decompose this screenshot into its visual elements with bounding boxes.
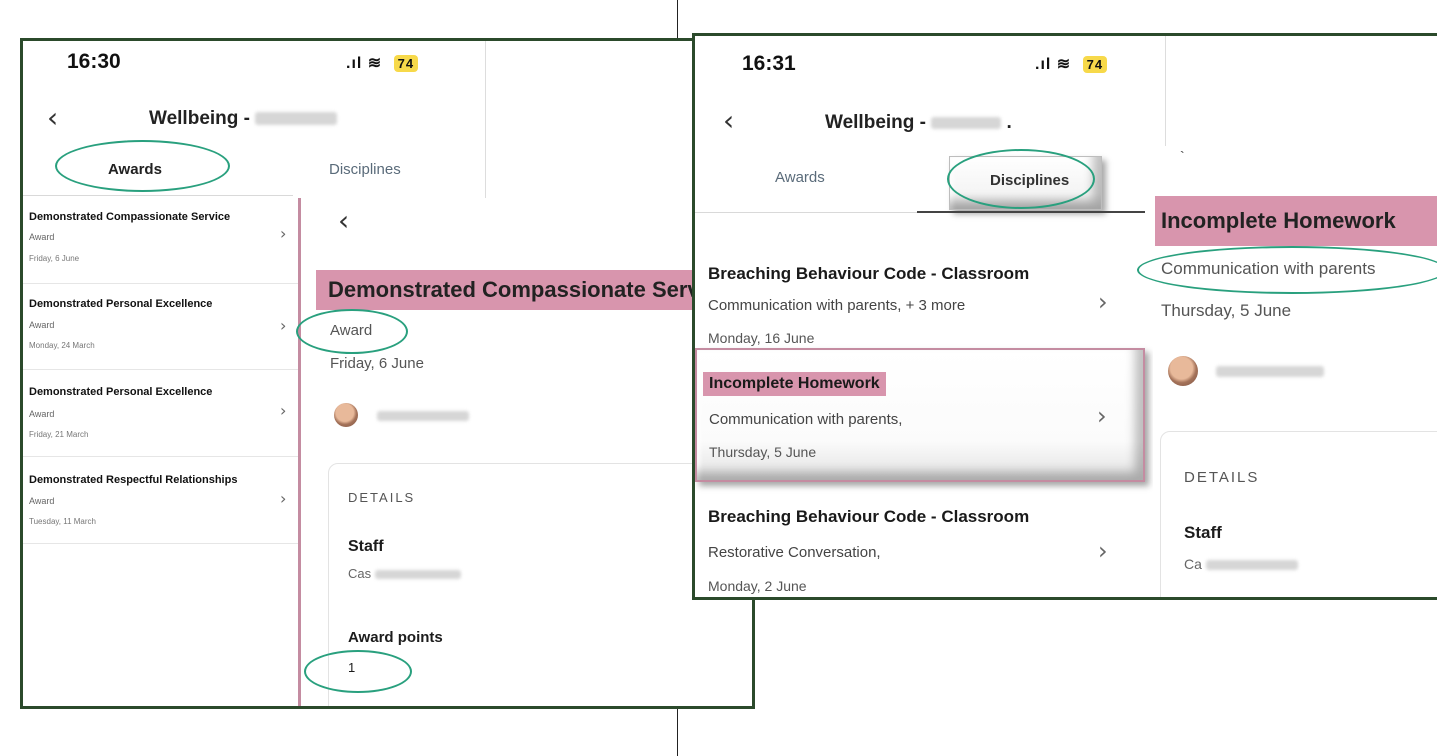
status-time: 16:30	[67, 50, 121, 73]
list-item-title-highlight: Incomplete Homework	[703, 372, 886, 396]
chevron-right-icon: ›	[280, 316, 287, 335]
page-title: Wellbeing - .	[825, 112, 1012, 134]
chevron-right-icon: ›	[1097, 402, 1107, 430]
list-item-date: Tuesday, 11 March	[29, 517, 96, 526]
details-heading: DETAILS	[1184, 469, 1260, 486]
detail-date: Friday, 6 June	[330, 355, 424, 372]
tab-awards[interactable]: Awards	[775, 169, 825, 186]
status-icons: .ıl ≋ 74	[1035, 54, 1108, 74]
right-screenshot-frame: 16:31 .ıl ≋ 74 ‹ Wellbeing - . Awards Di…	[692, 33, 1437, 600]
list-item[interactable]: Demonstrated Respectful Relationships Aw…	[23, 458, 298, 538]
list-item-sub: Communication with parents, + 3 more	[708, 297, 966, 314]
detail-title: Incomplete Homework	[1155, 196, 1437, 246]
list-item[interactable]: Demonstrated Personal Excellence Award F…	[23, 371, 298, 451]
tab-disciplines[interactable]: Disciplines	[329, 161, 401, 178]
staff-label: Staff	[348, 538, 384, 555]
back-icon[interactable]: ‹	[338, 204, 349, 237]
highlight-oval-disciplines	[947, 149, 1095, 209]
staff-value: Ca	[1184, 556, 1298, 572]
left-screenshot-frame: 16:30 .ıl ≋ 74 ‹ Wellbeing - Awards Disc…	[20, 38, 755, 709]
chevron-right-icon: ›	[280, 224, 287, 243]
chevron-right-icon: ›	[280, 489, 287, 508]
back-icon[interactable]: ‹	[723, 104, 734, 137]
avatar	[1168, 356, 1198, 386]
back-mark: `	[1180, 148, 1185, 164]
staff-value-redacted	[374, 570, 461, 580]
list-item-date: Friday, 6 June	[29, 254, 80, 263]
list-item-type: Award	[29, 320, 55, 330]
signal-icon: .ıl	[346, 55, 363, 72]
signal-icon: .ıl	[1035, 56, 1052, 73]
list-item-date: Friday, 21 March	[29, 430, 89, 439]
list-item-selected[interactable]: Incomplete Homework Communication with p…	[695, 348, 1145, 482]
wifi-icon: ≋	[1056, 56, 1072, 73]
discipline-detail-panel: ` Incomplete Homework Communication with…	[1137, 146, 1437, 597]
status-icons: .ıl ≋ 74	[346, 53, 419, 73]
list-item-sub: Communication with parents,	[709, 411, 903, 428]
list-divider	[23, 543, 298, 544]
highlight-oval-points	[304, 650, 412, 693]
details-card: DETAILS Staff Ca	[1160, 431, 1437, 597]
list-item[interactable]: Demonstrated Compassionate Service Award…	[23, 201, 298, 281]
list-item-title: Demonstrated Compassionate Service	[29, 211, 231, 223]
highlight-oval-detail-sub	[1137, 246, 1437, 294]
avatar	[334, 403, 358, 427]
list-item-type: Award	[29, 232, 55, 242]
detail-title: Demonstrated Compassionate Serv	[316, 270, 748, 310]
chevron-right-icon: ›	[1098, 288, 1108, 316]
list-item-title: Demonstrated Personal Excellence	[29, 298, 213, 310]
staff-name-redacted	[1216, 366, 1324, 377]
student-name-redacted	[255, 112, 338, 126]
list-item-date: Monday, 24 March	[29, 341, 95, 350]
list-item-type: Award	[29, 409, 55, 419]
list-item[interactable]: Breaching Behaviour Code - Classroom Com…	[695, 216, 1145, 346]
staff-name-redacted	[377, 411, 469, 421]
list-divider	[23, 456, 298, 457]
staff-value: Cas	[348, 566, 461, 581]
highlight-oval-awards	[55, 140, 230, 192]
points-label: Award points	[348, 629, 443, 646]
page-title-text: Wellbeing -	[149, 108, 250, 129]
detail-title-text: Incomplete Homework	[1161, 208, 1396, 233]
staff-value-prefix: Cas	[348, 566, 372, 581]
list-divider	[23, 369, 298, 370]
tabs-divider	[23, 195, 293, 196]
awards-list: Demonstrated Compassionate Service Award…	[23, 201, 298, 551]
wifi-icon: ≋	[367, 55, 383, 72]
details-heading: DETAILS	[348, 490, 416, 505]
detail-date: Thursday, 5 June	[1161, 301, 1292, 320]
staff-value-prefix: Ca	[1184, 556, 1202, 572]
list-item-title: Breaching Behaviour Code - Classroom	[708, 507, 1030, 526]
active-tab-underline	[917, 211, 1145, 213]
battery-icon: 74	[393, 55, 419, 72]
list-item-type: Award	[29, 496, 55, 506]
list-item-title: Demonstrated Personal Excellence	[29, 386, 213, 398]
list-item-sub: Restorative Conversation,	[708, 544, 881, 561]
crop-line	[485, 41, 486, 201]
status-time: 16:31	[742, 52, 796, 75]
list-divider	[23, 283, 298, 284]
page-title-text: Wellbeing -	[825, 112, 926, 133]
student-name-redacted	[931, 116, 1002, 129]
back-icon[interactable]: ‹	[47, 101, 58, 134]
list-item-title: Breaching Behaviour Code - Classroom	[708, 264, 1030, 283]
page-title-suffix: .	[1006, 112, 1012, 133]
chevron-right-icon: ›	[1098, 537, 1108, 565]
list-item[interactable]: Breaching Behaviour Code - Classroom Res…	[695, 491, 1145, 597]
list-item-title: Demonstrated Respectful Relationships	[29, 474, 238, 486]
list-item-date: Thursday, 5 June	[709, 444, 817, 460]
detail-title-text: Demonstrated Compassionate Serv	[328, 277, 700, 302]
page-title: Wellbeing -	[149, 108, 338, 130]
chevron-right-icon: ›	[280, 401, 287, 420]
staff-label: Staff	[1184, 523, 1222, 542]
staff-value-redacted	[1205, 560, 1298, 571]
list-item-title: Incomplete Homework	[709, 375, 880, 392]
battery-icon: 74	[1082, 56, 1108, 73]
highlight-oval-award-type	[296, 309, 408, 354]
list-item-date: Monday, 2 June	[708, 578, 807, 594]
list-item-date: Monday, 16 June	[708, 330, 815, 346]
award-detail-panel: ‹ Demonstrated Compassionate Serv Award …	[296, 198, 752, 706]
list-item[interactable]: Demonstrated Personal Excellence Award M…	[23, 286, 298, 366]
